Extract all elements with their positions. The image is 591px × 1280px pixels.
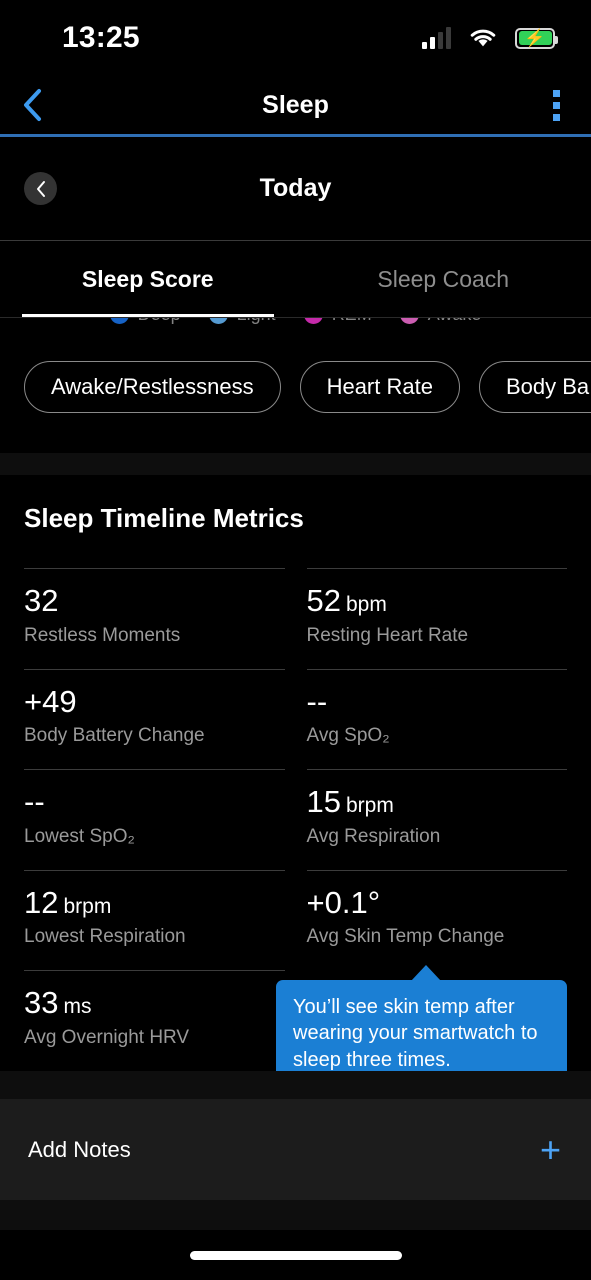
- metric-value: 32: [24, 583, 59, 618]
- chip-body-battery[interactable]: Body Ba: [478, 361, 591, 413]
- metric-label: Body Battery Change: [24, 725, 205, 747]
- legend-label: Light: [237, 318, 276, 325]
- home-indicator[interactable]: [189, 1250, 402, 1260]
- add-notes-label: Add Notes: [28, 1136, 131, 1162]
- section-divider: [0, 453, 591, 475]
- metric-filter-chips: Awake/Restlessness Heart Rate Body Ba: [0, 361, 591, 413]
- metric-resting-heart-rate: 52 bpm Resting Heart Rate: [306, 568, 567, 669]
- legend-item: Light: [208, 318, 276, 325]
- legend-item: Awake: [399, 318, 482, 325]
- metric-value: --: [306, 683, 328, 719]
- wifi-icon: [469, 27, 497, 49]
- status-bar: 13:25 ⚡: [0, 0, 591, 76]
- metric-value: 15 brpm: [306, 784, 394, 820]
- metric-label: Lowest Respiration: [24, 926, 186, 948]
- metric-value: +49: [24, 683, 77, 719]
- tab-sleep-score[interactable]: Sleep Score: [0, 241, 296, 317]
- skin-temp-tooltip[interactable]: You’ll see skin temp after wearing your …: [276, 964, 567, 1071]
- selected-date-label: Today: [259, 174, 332, 202]
- top-navigation-bar: Sleep: [0, 76, 591, 137]
- metric-label: Avg SpO₂: [306, 725, 390, 747]
- page-title: Sleep: [262, 90, 329, 119]
- chip-heart-rate[interactable]: Heart Rate: [299, 361, 460, 413]
- status-icons: ⚡: [422, 27, 558, 49]
- metric-unit: brpm: [345, 794, 394, 818]
- section-title: Sleep Timeline Metrics: [24, 503, 304, 533]
- legend-label: Deep: [138, 318, 181, 325]
- metric-label: Restless Moments: [24, 624, 181, 646]
- tab-label: Sleep Coach: [377, 265, 510, 292]
- legend-item: Deep: [109, 318, 181, 325]
- metric-label: Resting Heart Rate: [306, 624, 469, 646]
- tab-sleep-coach[interactable]: Sleep Coach: [296, 241, 591, 317]
- metric-unit: ms: [63, 995, 92, 1019]
- legend-color-dot-awake: [399, 318, 419, 324]
- sleep-chart-legend-and-filters: Deep Light REM Awake Awake/Restlessness …: [0, 317, 591, 453]
- cellular-signal-icon: [422, 27, 451, 49]
- metric-value: 12 brpm: [24, 884, 112, 920]
- sleep-timeline-metrics-card: Sleep Timeline Metrics 32 Restless Momen…: [0, 475, 591, 1071]
- app-screen: 13:25 ⚡ Sleep Today Sleep Score Sleep Co…: [0, 0, 591, 1280]
- metric-label: Avg Respiration: [306, 825, 441, 847]
- status-time: 13:25: [62, 21, 140, 54]
- metric-lowest-spo2: -- Lowest SpO₂: [24, 769, 285, 870]
- date-selector-bar: Today: [0, 137, 591, 241]
- legend-label: REM: [332, 318, 372, 325]
- bottom-filler: [0, 1200, 591, 1230]
- legend-color-dot-light: [208, 318, 228, 324]
- legend-item: REM: [303, 318, 372, 325]
- legend-color-dot-deep: [109, 318, 129, 324]
- metric-avg-skin-temp-change: +0.1° Avg Skin Temp Change: [306, 869, 567, 971]
- legend-color-dot-rem: [303, 318, 323, 324]
- metric-value: 52 bpm: [306, 583, 387, 618]
- legend-label: Awake: [428, 318, 482, 325]
- chip-awake-restlessness[interactable]: Awake/Restlessness: [24, 361, 281, 413]
- back-button[interactable]: [0, 88, 64, 122]
- previous-day-button[interactable]: [24, 172, 57, 205]
- sleep-stage-legend: Deep Light REM Awake: [0, 318, 591, 325]
- metric-unit: brpm: [63, 894, 112, 918]
- tab-label: Sleep Score: [81, 265, 214, 292]
- metric-value: --: [24, 784, 45, 820]
- metric-avg-respiration: 15 brpm Avg Respiration: [306, 769, 567, 870]
- metric-body-battery-change: +49 Body Battery Change: [24, 668, 285, 770]
- metric-value: +0.1°: [306, 884, 381, 920]
- metric-restless-moments: 32 Restless Moments: [24, 568, 285, 669]
- tab-bar: Sleep Score Sleep Coach: [0, 241, 591, 317]
- metric-unit: bpm: [345, 593, 387, 616]
- section-divider: [0, 1071, 591, 1099]
- home-indicator-area: [0, 1230, 591, 1280]
- metric-value: 33 ms: [24, 985, 92, 1021]
- metric-label: Avg Overnight HRV: [24, 1026, 190, 1048]
- chevron-left-icon: [36, 180, 45, 197]
- metric-label: Avg Skin Temp Change: [306, 926, 505, 948]
- overflow-menu-icon[interactable]: [521, 89, 591, 121]
- battery-charging-icon: ⚡: [515, 27, 558, 49]
- plus-icon[interactable]: +: [540, 1131, 561, 1168]
- chevron-left-icon: [24, 89, 41, 121]
- metric-avg-overnight-hrv: 33 ms Avg Overnight HRV: [24, 970, 285, 1071]
- metric-label: Lowest SpO₂: [24, 825, 135, 847]
- metric-lowest-respiration: 12 brpm Lowest Respiration: [24, 869, 285, 971]
- add-notes-row[interactable]: Add Notes +: [0, 1099, 591, 1200]
- metric-avg-spo2: -- Avg SpO₂: [306, 668, 567, 770]
